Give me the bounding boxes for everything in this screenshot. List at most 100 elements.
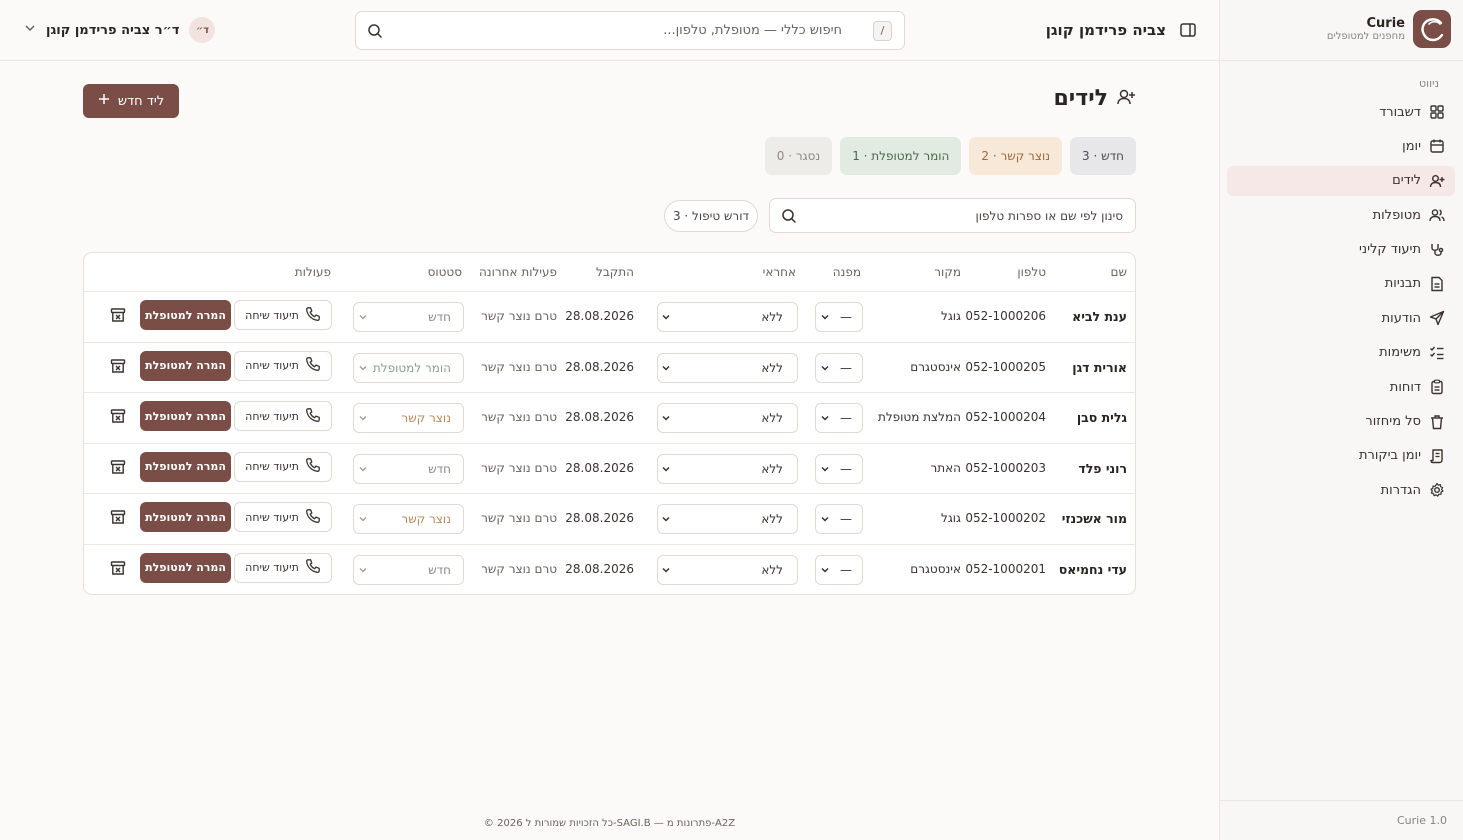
archive-icon[interactable]: [110, 408, 128, 426]
referrer-select[interactable]: —: [815, 554, 863, 585]
status-select[interactable]: חדש: [353, 302, 464, 332]
lead-name[interactable]: מור אשכנזי: [1062, 511, 1127, 526]
needs-care-filter-button[interactable]: דורש טיפול · 3: [664, 200, 758, 232]
log-call-button[interactable]: תיעוד שיחה: [234, 451, 332, 482]
convert-to-patient-button[interactable]: המרה למטופלת: [140, 502, 231, 532]
referrer-select[interactable]: —: [815, 453, 863, 484]
owner-select[interactable]: ללא: [657, 302, 798, 332]
log-call-button[interactable]: תיעוד שיחה: [234, 401, 332, 431]
header-owner[interactable]: אחראי: [763, 265, 796, 279]
global-search-input[interactable]: / חיפוש כללי — מטופלת, טלפון...: [355, 11, 905, 50]
owner-select[interactable]: ללא: [657, 554, 798, 585]
search-icon: [367, 23, 383, 43]
status-chip-closed[interactable]: נסגר · 0: [764, 137, 833, 175]
sidebar-item-users[interactable]: מטופלות: [1227, 200, 1455, 230]
referrer-value: —: [840, 512, 852, 526]
sidebar-item-user-plus[interactable]: לידים: [1227, 165, 1455, 196]
status-select[interactable]: הומר למטופלת: [353, 352, 464, 383]
lead-name[interactable]: עדי נחמיאס: [1059, 562, 1127, 577]
sidebar-item-calendar[interactable]: יומן: [1227, 131, 1455, 161]
status-chip-contacted[interactable]: נוצר קשר · 2: [969, 137, 1063, 175]
convert-to-patient-button[interactable]: המרה למטופלת: [140, 300, 231, 330]
lead-name[interactable]: אורית דגן: [1072, 360, 1127, 375]
owner-select[interactable]: ללא: [657, 504, 798, 534]
trash-icon: [1429, 414, 1445, 430]
header-source[interactable]: מקור: [934, 265, 961, 279]
sidebar-item-gear[interactable]: הגדרות: [1227, 475, 1455, 505]
log-call-button[interactable]: תיעוד שיחה: [234, 502, 332, 532]
sidebar-item-clipboard[interactable]: דוחות: [1227, 372, 1455, 402]
sidebar-toggle-icon[interactable]: [1179, 21, 1197, 39]
sidebar-item-dashboard[interactable]: דשבורד: [1227, 97, 1455, 127]
chevron-down-icon: [358, 311, 368, 325]
archive-icon[interactable]: [110, 307, 128, 325]
lead-name[interactable]: רוני פלד: [1078, 461, 1127, 476]
convert-to-patient-button[interactable]: המרה למטופלת: [140, 451, 231, 482]
chevron-down-icon: [820, 412, 830, 426]
table-row[interactable]: רוני פלד 052-1000203 האתר — ללא 28.08.2026 טרם…: [84, 444, 1135, 494]
status-select[interactable]: נוצר קשר: [353, 504, 464, 534]
sidebar-item-label: יומן ביקורת: [1358, 448, 1421, 464]
header-status[interactable]: סטטוס: [428, 265, 462, 279]
header-actions: פעולות: [294, 265, 331, 279]
sidebar-item-label: משימות: [1379, 345, 1421, 361]
lead-name[interactable]: ענת לביא: [1072, 309, 1127, 324]
archive-icon[interactable]: [110, 560, 128, 578]
archive-icon[interactable]: [110, 459, 128, 477]
new-lead-button[interactable]: ליד חדש: [83, 84, 179, 118]
sidebar-item-checklist[interactable]: משימות: [1227, 338, 1455, 368]
owner-select[interactable]: ללא: [657, 403, 798, 433]
convert-to-patient-button[interactable]: המרה למטופלת: [140, 401, 231, 431]
archive-icon[interactable]: [110, 358, 128, 376]
sidebar-item-trash[interactable]: סל מיחזור: [1227, 407, 1455, 437]
gear-icon: [1429, 482, 1445, 498]
header-received[interactable]: התקבל: [596, 265, 634, 279]
referrer-select[interactable]: —: [815, 352, 863, 383]
lead-phone: 052-1000202: [965, 511, 1046, 525]
brand[interactable]: Curie מחפנים למטופלים: [1327, 10, 1451, 48]
sidebar-item-scroll[interactable]: יומן ביקורת: [1227, 441, 1455, 471]
sidebar-item-label: מטופלות: [1372, 207, 1421, 223]
sidebar-item-document[interactable]: תבניות: [1227, 269, 1455, 299]
convert-to-patient-button[interactable]: המרה למטופלת: [140, 350, 231, 381]
log-call-button[interactable]: תיעוד שיחה: [234, 300, 332, 330]
table-row[interactable]: ענת לביא 052-1000206 גוגל — ללא 28.08.2026 טרם…: [84, 292, 1135, 343]
archive-icon[interactable]: [110, 509, 128, 527]
log-call-label: תיעוד שיחה: [245, 359, 299, 372]
sidebar-item-send[interactable]: הודעות: [1227, 303, 1455, 333]
version-label: Curie 1.0: [1397, 814, 1447, 827]
chevron-down-icon: [358, 513, 368, 527]
table-row[interactable]: אורית דגן 052-1000205 אינסטגרם — ללא 28.08.20…: [84, 343, 1135, 393]
sidebar-item-stethoscope[interactable]: תיעוד קליני: [1227, 235, 1455, 265]
referrer-select[interactable]: —: [815, 504, 863, 534]
header-referrer[interactable]: מפנה: [833, 265, 861, 279]
received-date: 28.08.2026: [565, 359, 634, 374]
owner-select[interactable]: ללא: [657, 352, 798, 383]
calendar-icon: [1429, 138, 1445, 154]
table-row[interactable]: מור אשכנזי 052-1000202 גוגל — ללא 28.08.2026 ט…: [84, 494, 1135, 545]
convert-to-patient-button[interactable]: המרה למטופלת: [140, 552, 231, 583]
status-chip-converted[interactable]: הומר למטופלת · 1: [840, 137, 962, 175]
status-select[interactable]: נוצר קשר: [353, 403, 464, 433]
lead-phone: 052-1000206: [965, 309, 1046, 323]
header-name[interactable]: שם: [1111, 265, 1127, 279]
referrer-select[interactable]: —: [815, 403, 863, 433]
status-value: נוצר קשר: [401, 411, 451, 425]
referrer-select[interactable]: —: [815, 302, 863, 332]
status-chip-new[interactable]: חדש · 3: [1070, 137, 1136, 175]
lead-source: המלצת מטופלת: [877, 410, 961, 424]
table-row[interactable]: גלית סבן 052-1000204 המלצת מטופלת — ללא 28.08…: [84, 393, 1135, 444]
chevron-down-icon: [820, 564, 830, 578]
table-row[interactable]: עדי נחמיאס 052-1000201 אינסטגרם — ללא 28.08.2…: [84, 545, 1135, 595]
header-last-activity[interactable]: פעילות אחרונה: [479, 265, 557, 279]
owner-select[interactable]: ללא: [657, 453, 798, 484]
status-select[interactable]: חדש: [353, 453, 464, 484]
filter-input[interactable]: סינון לפי שם או ספרות טלפון: [769, 198, 1136, 233]
log-call-button[interactable]: תיעוד שיחה: [234, 350, 332, 381]
status-select[interactable]: חדש: [353, 554, 464, 585]
lead-name[interactable]: גלית סבן: [1077, 410, 1127, 425]
header-phone[interactable]: טלפון: [1017, 265, 1046, 279]
avatar: ד״: [189, 17, 216, 43]
user-menu[interactable]: ד״ר צביה פרידמן קוגן ד״: [24, 17, 216, 43]
log-call-button[interactable]: תיעוד שיחה: [234, 552, 332, 583]
